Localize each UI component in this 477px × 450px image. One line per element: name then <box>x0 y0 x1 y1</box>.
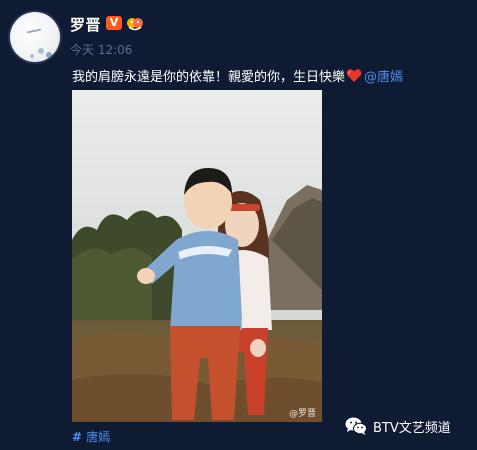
post-photo[interactable]: @罗晋 <box>72 90 322 422</box>
post-body: 我的肩膀永遠是你的依靠！親愛的你，生日快樂 <box>72 70 346 85</box>
heart-icon <box>346 69 362 82</box>
avatar-mark <box>26 28 42 34</box>
mention-link[interactable]: @唐嫣 <box>364 66 403 85</box>
topic-label: 唐嫣 <box>86 430 111 444</box>
avatar-dot <box>30 54 34 58</box>
channel-watermark: BTV文艺频道 <box>345 416 451 436</box>
channel-label: BTV文艺频道 <box>373 420 451 436</box>
weibo-post-card: 罗晋 V 今天 12:06 我的肩膀永遠是你的依靠！親愛的你，生日快樂 @唐嫣 <box>0 0 477 450</box>
verified-icon: V <box>106 16 122 30</box>
topic-link[interactable]: # 唐嫣 <box>72 428 110 445</box>
photo-watermark: @罗晋 <box>288 409 316 419</box>
avatar-dot <box>38 48 44 54</box>
avatar-dot <box>46 52 52 58</box>
wechat-icon <box>345 417 367 435</box>
post-timestamp[interactable]: 今天 12:06 <box>70 41 132 58</box>
childhood-photo-image <box>72 90 322 422</box>
avatar[interactable] <box>10 12 60 62</box>
hashtag-icon: # <box>72 430 83 444</box>
username[interactable]: 罗晋 <box>70 14 101 35</box>
post-text: 我的肩膀永遠是你的依靠！親愛的你，生日快樂 @唐嫣 <box>72 66 403 85</box>
member-badge-icon <box>127 18 143 31</box>
